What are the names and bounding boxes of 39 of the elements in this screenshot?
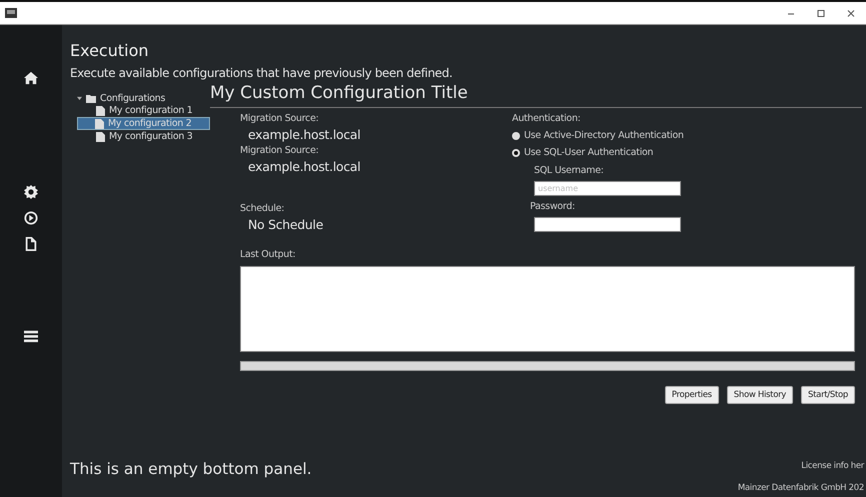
page-title: Execution — [70, 41, 150, 61]
file-icon[interactable] — [24, 237, 38, 251]
home-icon[interactable] — [24, 71, 38, 85]
field-label: Migration Source: — [240, 112, 320, 126]
app-icon — [5, 8, 17, 18]
gear-icon[interactable] — [24, 185, 38, 199]
action-button[interactable]: Start/Stop — [801, 386, 855, 404]
tree-item[interactable]: My configuration 3 — [77, 130, 210, 143]
play-circle-icon[interactable] — [24, 211, 38, 225]
maximize-icon[interactable] — [816, 8, 826, 18]
radio-label: Use Active-Directory Authentication — [524, 129, 684, 143]
menu-icon[interactable] — [24, 329, 38, 343]
field-value: No Schedule — [247, 216, 324, 234]
input-field[interactable]: username — [534, 181, 681, 196]
action-button[interactable]: Properties — [664, 386, 719, 404]
tree-item[interactable]: My configuration 2 — [77, 117, 210, 130]
close-icon[interactable] — [846, 8, 856, 18]
field-label: SQL Username: — [534, 164, 605, 178]
field-label: Last Output: — [240, 248, 296, 262]
radio-label: Use SQL-User Authentication — [524, 146, 654, 160]
field-label: Authentication: — [512, 112, 582, 126]
radio-button[interactable] — [512, 132, 520, 140]
panel-text: This is an empty bottom panel. — [70, 459, 312, 479]
folder-icon — [86, 94, 96, 103]
radio-button[interactable] — [512, 149, 520, 157]
action-button[interactable]: Show History — [726, 386, 794, 404]
field-value: example.host.local — [247, 126, 362, 144]
field-label: Migration Source: — [240, 144, 320, 158]
footer-text: License info her — [801, 460, 864, 473]
field-value: example.host.local — [247, 158, 362, 176]
expand-arrow-icon[interactable] — [77, 96, 82, 101]
configuration-title: My Custom Configuration Title — [210, 82, 862, 108]
page-subtitle: Execute available configurations that have previously been defined. — [70, 65, 454, 81]
tree-item[interactable]: My configuration 1 — [77, 104, 210, 117]
tree-item[interactable]: Configurations — [100, 93, 166, 104]
field-label: Password: — [530, 200, 576, 214]
input-field[interactable] — [534, 217, 681, 232]
footer-text: Mainzer Datenfabrik GmbH 202 — [738, 482, 864, 495]
field-label: Schedule: — [240, 202, 286, 216]
